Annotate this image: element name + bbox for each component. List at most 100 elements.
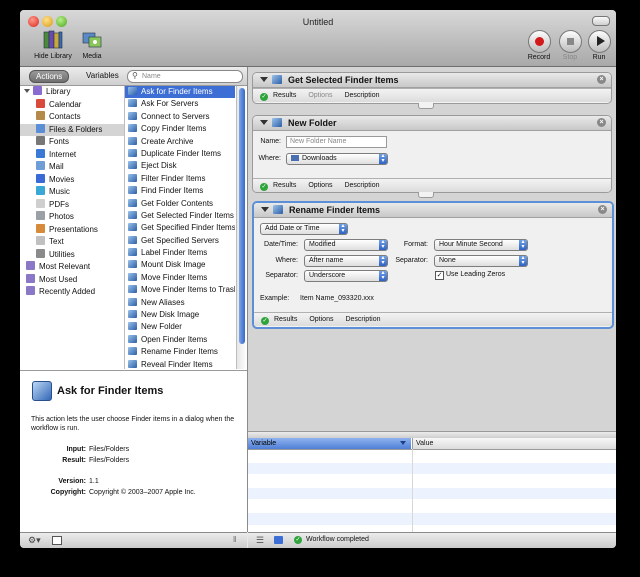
sidebar-item-recently-added[interactable]: Recently Added [20,286,124,299]
where-popup[interactable]: After name ▴ ▾ [304,255,388,267]
action-header: New Folder × [253,116,611,131]
variable-column-header[interactable]: Variable [248,438,411,449]
close-action-icon[interactable]: × [598,205,607,214]
folder-name-input[interactable]: New Folder Name [286,136,387,148]
list-item[interactable]: New Aliases [125,297,235,309]
options-tab[interactable]: Options [308,182,332,189]
where-popup[interactable]: Downloads ▴ ▾ [286,153,388,165]
close-action-icon[interactable]: × [597,118,606,127]
action-connector [418,192,434,198]
description-tab[interactable]: Description [345,316,380,323]
value-column-header[interactable]: Value [412,438,616,449]
toolbar-toggle-button[interactable] [592,16,610,26]
media-button[interactable]: Media [78,30,106,60]
list-item[interactable]: Ask for Finder Items [125,86,235,99]
list-item[interactable]: Reveal Finder Items [125,359,235,369]
results-tab[interactable]: Results [273,92,296,99]
list-item[interactable]: Ask For Servers [125,98,235,110]
list-item[interactable]: Mount Disk Image [125,259,235,271]
library-pane: Actions Variables ⚲ Name Library Calendar… [20,67,248,533]
list-item[interactable]: Copy Finder Items [125,123,235,135]
tab-actions[interactable]: Actions [29,70,70,83]
list-item[interactable]: Label Finder Items [125,247,235,259]
list-item[interactable]: Get Specified Finder Items [125,222,235,234]
list-item[interactable]: Move Finder Items [125,272,235,284]
results-tab[interactable]: Results [273,182,296,189]
options-tab[interactable]: Options [308,92,332,99]
list-item[interactable]: Move Finder Items to Trash [125,284,235,296]
rename-mode-popup[interactable]: Add Date or Time ▴ ▾ [260,223,348,235]
list-item[interactable]: Connect to Servers [125,111,235,123]
sidebar-item-pdfs[interactable]: PDFs [20,198,124,212]
automator-window: Untitled Hide Library Media Record Stop … [20,10,616,548]
table-row[interactable] [248,475,616,488]
results-tab[interactable]: Results [274,316,297,323]
action-get-selected-finder-items[interactable]: Get Selected Finder Items × ✓ Results Opti… [252,72,612,104]
sidebar-item-contacts[interactable]: Contacts [20,111,124,124]
sidebar-item-internet[interactable]: Internet [20,148,124,162]
format-popup[interactable]: Hour Minute Second ▴ ▾ [434,239,528,251]
run-button[interactable]: Run [586,30,612,61]
table-row[interactable] [248,487,616,501]
sidebar-item-library[interactable]: Library [20,86,124,99]
disclosure-triangle-icon[interactable] [260,120,268,125]
record-button[interactable]: Record [526,30,552,61]
separator2-popup[interactable]: None ▴ ▾ [434,255,528,267]
list-item[interactable]: Eject Disk [125,160,235,172]
list-item[interactable]: New Folder [125,321,235,333]
list-item[interactable]: Get Specified Servers [125,235,235,247]
name-label: Name: [260,138,281,145]
description-tab[interactable]: Description [344,92,379,99]
table-row[interactable] [248,462,616,476]
datetime-popup[interactable]: Modified ▴ ▾ [304,239,388,251]
separator-popup[interactable]: Underscore ▴ ▾ [304,270,388,282]
list-view-icon[interactable]: ☰ [256,535,264,546]
action-new-folder[interactable]: New Folder × Name: New Folder Name Where… [252,115,612,193]
gear-icon[interactable]: ⚙▾ [28,535,41,546]
leading-zeros-checkbox[interactable]: ✓ [435,271,444,280]
list-item[interactable]: Rename Finder Items [125,346,235,358]
library-icon [33,86,42,95]
description-toggle-icon[interactable] [52,536,62,545]
sort-indicator-icon [400,441,406,445]
table-row[interactable] [248,512,616,526]
library-footer: ⚙▾ ‖ [20,532,247,548]
list-item[interactable]: Duplicate Finder Items [125,148,235,160]
sidebar-item-calendar[interactable]: Calendar [20,98,124,112]
disclosure-triangle-icon[interactable] [24,89,30,93]
list-item[interactable]: Get Folder Contents [125,198,235,210]
resize-handle-icon[interactable]: ‖ [233,535,236,544]
sidebar-item-photos[interactable]: Photos [20,211,124,224]
sidebar-item-presentations[interactable]: Presentations [20,223,124,237]
action-list-scrollbar[interactable] [236,86,247,369]
sidebar-item-files-folders[interactable]: Files & Folders [20,123,124,136]
sidebar-item-text[interactable]: Text [20,236,124,249]
sidebar-item-movies[interactable]: Movies [20,173,124,187]
action-rename-finder-items[interactable]: Rename Finder Items × Add Date or Time ▴… [252,201,614,329]
scrollbar-thumb[interactable] [239,88,245,344]
variables-view-icon[interactable] [274,536,283,544]
description-tab[interactable]: Description [344,182,379,189]
sidebar-item-most-relevant[interactable]: Most Relevant [20,261,124,274]
table-row[interactable] [248,500,616,513]
options-tab[interactable]: Options [309,316,333,323]
search-input[interactable]: ⚲ Name [127,70,243,83]
list-item[interactable]: Find Finder Items [125,185,235,197]
stop-button[interactable]: Stop [557,30,583,61]
close-action-icon[interactable]: × [597,75,606,84]
list-item[interactable]: Create Archive [125,136,235,148]
hide-library-button[interactable]: Hide Library [30,30,76,60]
list-item[interactable]: Filter Finder Items [125,173,235,185]
sidebar-item-utilities[interactable]: Utilities [20,248,124,262]
list-item[interactable]: New Disk Image [125,309,235,321]
table-row[interactable] [248,450,616,463]
list-item[interactable]: Open Finder Items [125,334,235,346]
sidebar-item-fonts[interactable]: Fonts [20,136,124,149]
list-item[interactable]: Get Selected Finder Items [125,210,235,222]
disclosure-triangle-icon[interactable] [261,207,269,212]
disclosure-triangle-icon[interactable] [260,77,268,82]
sidebar-item-mail[interactable]: Mail [20,161,124,174]
sidebar-item-most-used[interactable]: Most Used [20,273,124,287]
sidebar-item-music[interactable]: Music [20,186,124,199]
tab-variables[interactable]: Variables [80,70,125,81]
